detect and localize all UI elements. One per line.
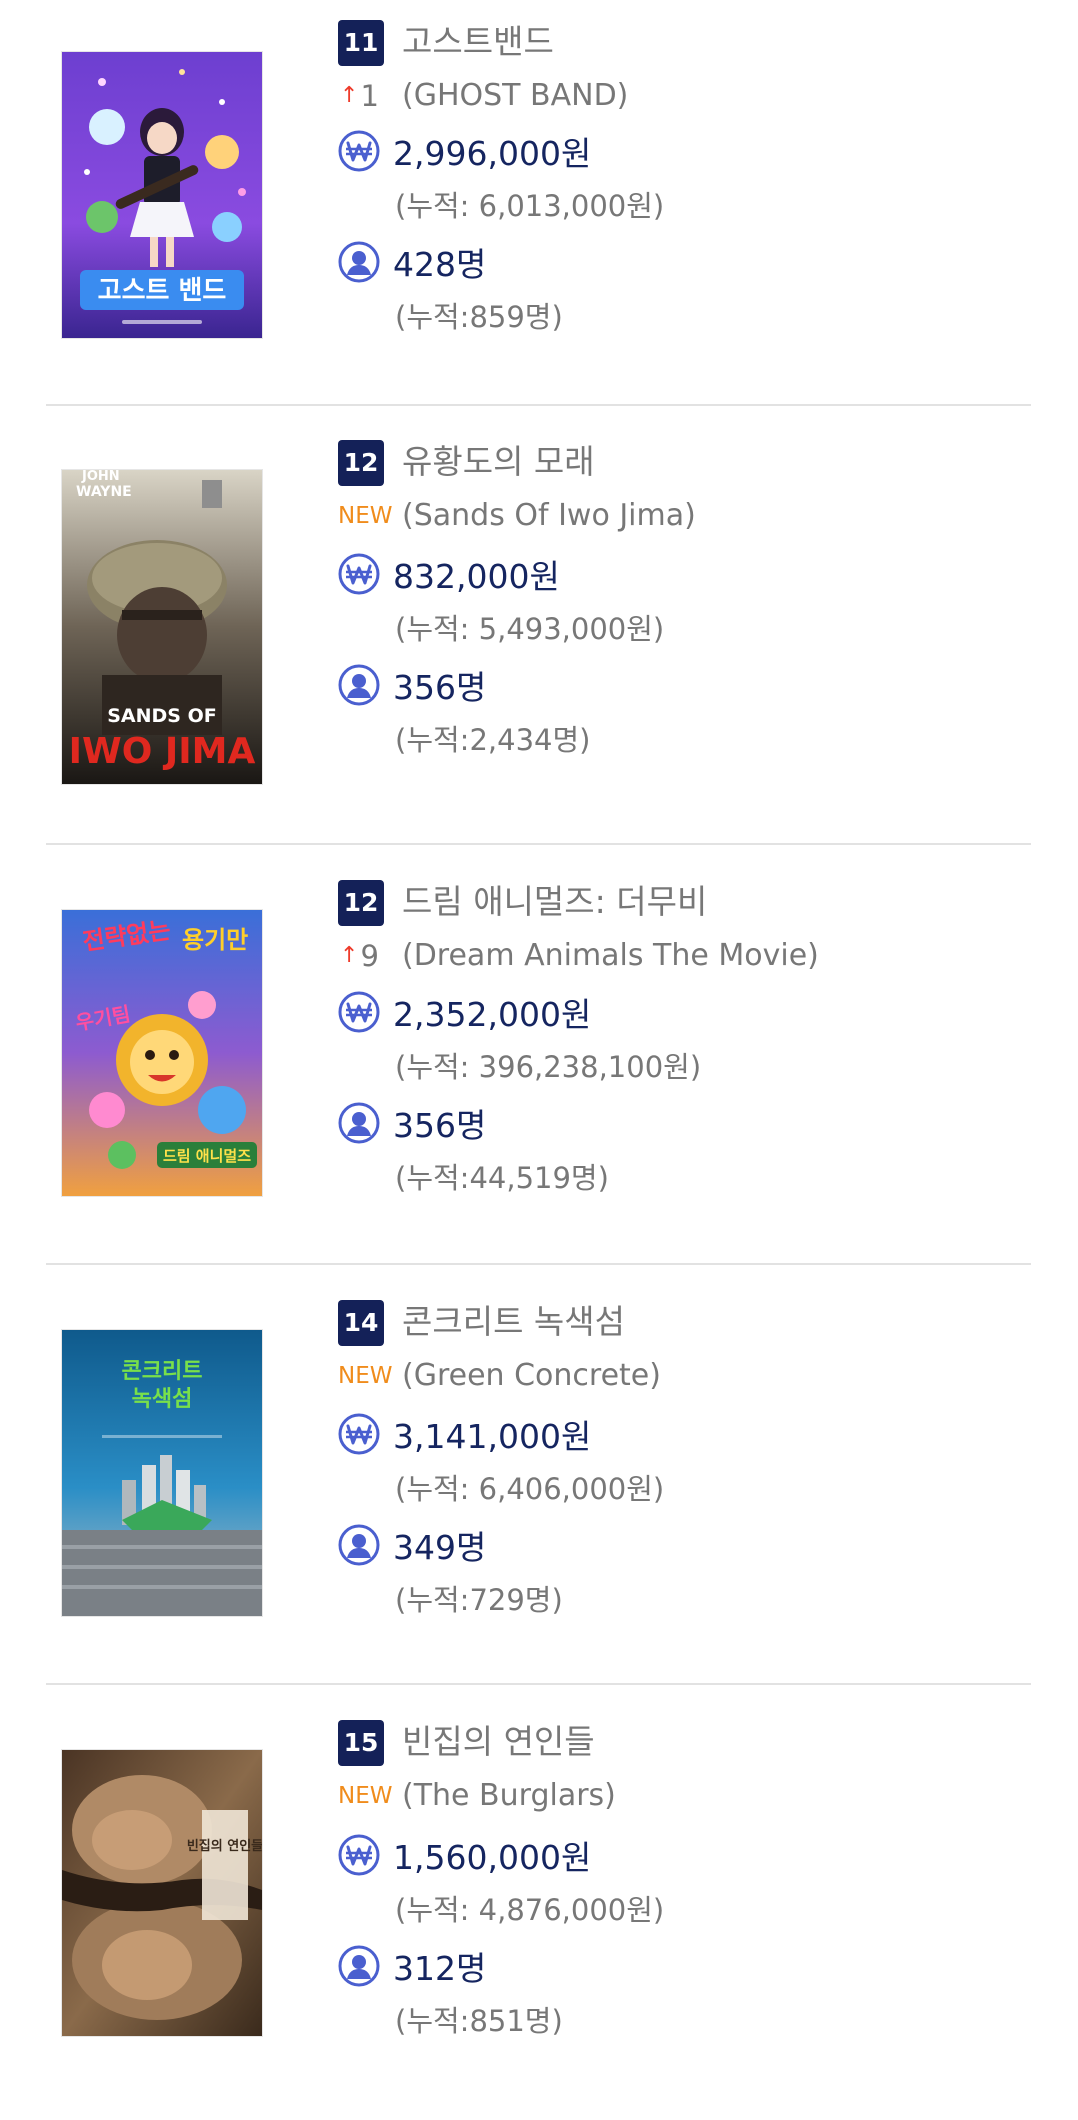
rank-badge: 12: [338, 880, 384, 926]
person-icon: [338, 241, 380, 283]
sales-cumulative: (누적: 6,406,000원): [395, 1472, 665, 1506]
movie-poster[interactable]: 고스트 밴드: [62, 52, 262, 338]
movie-poster[interactable]: 빈집의 연인들: [62, 1750, 262, 2036]
poster-title-text: SANDS OF: [107, 705, 217, 727]
rank-change-value: 9: [360, 939, 379, 973]
movie-title-korean[interactable]: 빈집의 연인들: [402, 1718, 595, 1766]
movie-item[interactable]: 전략없는 용기만 우기팀 드림 애니멀즈 12 드림 애니멀즈: 더무비 ↑9 …: [0, 860, 1078, 1280]
poster-title-text: 고스트 밴드: [98, 276, 227, 306]
won-icon: [338, 1834, 380, 1876]
rank-change: ↑9: [338, 934, 379, 978]
person-icon: [338, 664, 380, 706]
movie-item[interactable]: JOHN WAYNE SANDS OF IWO JIMA 12 유황도의 모래 …: [0, 420, 1078, 840]
new-badge: NEW: [338, 1363, 393, 1389]
movie-title-english: (Green Concrete): [402, 1358, 661, 1393]
movie-title-korean[interactable]: 고스트밴드: [402, 18, 554, 66]
item-divider: [46, 843, 1031, 845]
movie-title-korean[interactable]: 드림 애니멀즈: 더무비: [402, 878, 707, 926]
audience-cumulative: (누적:859명): [395, 300, 563, 334]
movie-title-english: (The Burglars): [402, 1778, 616, 1813]
rank-change: NEW: [338, 1354, 392, 1398]
poster-dream-animals-image: 전략없는 용기만 우기팀 드림 애니멀즈: [62, 910, 262, 1196]
person-icon: [338, 1945, 380, 1987]
item-divider: [46, 404, 1031, 406]
poster-title-text: 빈집의 연인들: [187, 1838, 262, 1854]
movie-item[interactable]: 고스트 밴드 11 고스트밴드 ↑1 (GHOST BAND) 2,996,00…: [0, 0, 1078, 420]
audience-count: 349명: [393, 1528, 487, 1567]
audience-count: 428명: [393, 245, 487, 284]
poster-title-text: 드림 애니멀즈: [163, 1147, 251, 1165]
won-icon: [338, 553, 380, 595]
person-icon: [338, 1102, 380, 1144]
rank-badge: 12: [338, 440, 384, 486]
sales-amount: 832,000원: [393, 557, 560, 596]
movie-title-english: (Sands Of Iwo Jima): [402, 498, 696, 533]
audience-cumulative: (누적:851명): [395, 2004, 563, 2038]
sales-cumulative: (누적: 4,876,000원): [395, 1893, 665, 1927]
movie-title-korean[interactable]: 유황도의 모래: [402, 438, 595, 486]
sales-amount: 1,560,000원: [393, 1838, 592, 1877]
sales-cumulative: (누적: 396,238,100원): [395, 1050, 702, 1084]
sales-cumulative: (누적: 5,493,000원): [395, 612, 665, 646]
poster-title-text: JOHN: [81, 470, 120, 484]
poster-title-text: IWO JIMA: [69, 731, 256, 772]
movie-poster[interactable]: 콘크리트 녹색섬: [62, 1330, 262, 1616]
sales-amount: 2,352,000원: [393, 995, 592, 1034]
new-badge: NEW: [338, 503, 393, 529]
won-icon: [338, 1413, 380, 1455]
rank-up-arrow-icon: ↑: [340, 943, 359, 968]
rank-change: NEW: [338, 494, 392, 538]
audience-cumulative: (누적:2,434명): [395, 723, 591, 757]
movie-poster[interactable]: JOHN WAYNE SANDS OF IWO JIMA: [62, 470, 262, 784]
rank-badge: 14: [338, 1300, 384, 1346]
sales-amount: 2,996,000원: [393, 134, 592, 173]
rank-badge: 15: [338, 1720, 384, 1766]
rank-badge: 11: [338, 20, 384, 66]
audience-cumulative: (누적:44,519명): [395, 1161, 609, 1195]
rank-change: ↑1: [338, 74, 379, 118]
poster-title-text: 콘크리트: [122, 1359, 203, 1384]
movie-title-korean[interactable]: 콘크리트 녹색섬: [402, 1298, 625, 1346]
rank-change: NEW: [338, 1774, 392, 1818]
sales-amount: 3,141,000원: [393, 1417, 592, 1456]
poster-title-text: 용기만: [182, 926, 248, 954]
audience-count: 356명: [393, 1106, 487, 1145]
poster-ghost-band-image: 고스트 밴드: [62, 52, 262, 338]
movie-item[interactable]: 빈집의 연인들 15 빈집의 연인들 NEW (The Burglars) 1,…: [0, 1700, 1078, 2120]
new-badge: NEW: [338, 1783, 393, 1809]
won-icon: [338, 991, 380, 1033]
sales-cumulative: (누적: 6,013,000원): [395, 189, 665, 223]
won-icon: [338, 130, 380, 172]
audience-count: 312명: [393, 1949, 487, 1988]
movie-poster[interactable]: 전략없는 용기만 우기팀 드림 애니멀즈: [62, 910, 262, 1196]
movie-title-english: (GHOST BAND): [402, 78, 629, 113]
movie-item[interactable]: 콘크리트 녹색섬 14 콘크리트 녹색섬 NEW (Green Concrete…: [0, 1280, 1078, 1700]
rank-change-value: 1: [360, 79, 379, 113]
person-icon: [338, 1524, 380, 1566]
item-divider: [46, 1263, 1031, 1265]
poster-title-text: 녹색섬: [132, 1387, 193, 1412]
poster-green-concrete-image: 콘크리트 녹색섬: [62, 1330, 262, 1616]
poster-title-text: WAYNE: [76, 484, 132, 500]
rank-up-arrow-icon: ↑: [340, 83, 359, 108]
audience-cumulative: (누적:729명): [395, 1583, 563, 1617]
audience-count: 356명: [393, 668, 487, 707]
poster-the-burglars-image: 빈집의 연인들: [62, 1750, 262, 2036]
movie-title-english: (Dream Animals The Movie): [402, 938, 819, 973]
item-divider: [46, 1683, 1031, 1685]
poster-sands-of-iwo-jima-image: JOHN WAYNE SANDS OF IWO JIMA: [62, 470, 262, 784]
